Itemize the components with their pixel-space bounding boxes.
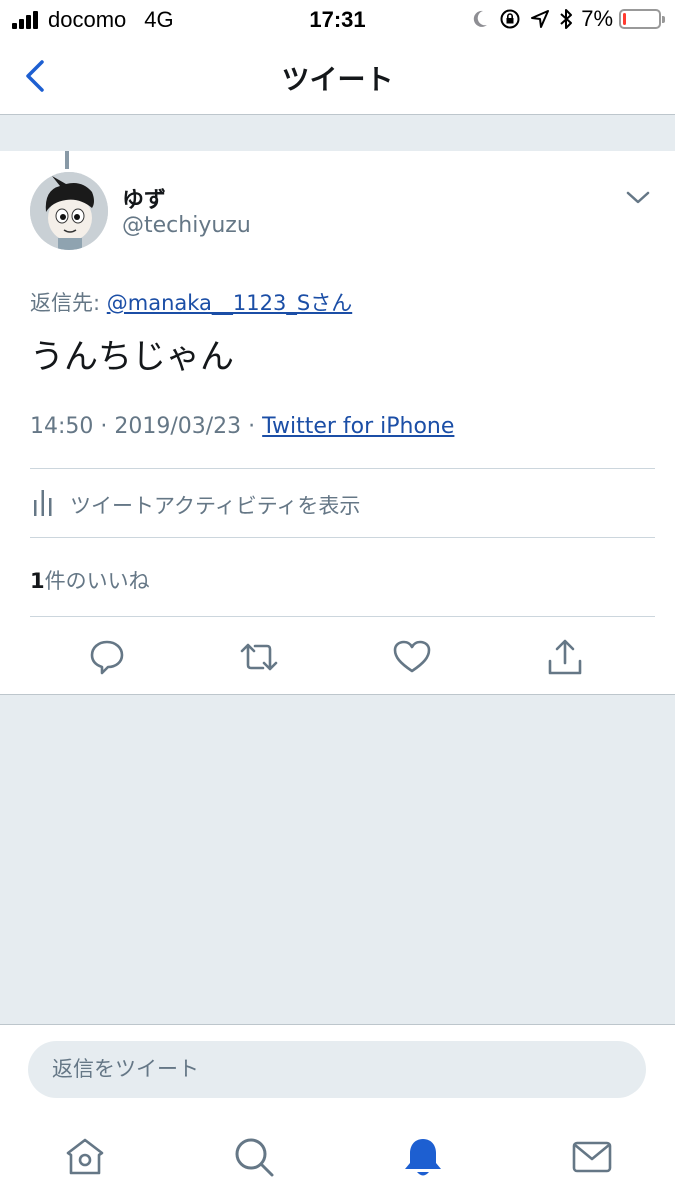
likes-suffix: 件のいいね (44, 569, 150, 593)
moon-icon (474, 10, 488, 27)
display-name[interactable]: ゆず (122, 182, 166, 214)
home-icon (66, 1138, 104, 1175)
more-options-button[interactable] (625, 189, 651, 207)
reply-prefix: 返信先: (30, 291, 107, 315)
tweet-actions (0, 617, 675, 695)
rotation-lock-icon (500, 9, 520, 29)
reply-to-link[interactable]: @manaka__1123_Sさん (107, 291, 352, 315)
user-handle[interactable]: @techiyuzu (122, 213, 251, 238)
envelope-icon (572, 1141, 612, 1173)
heart-icon (393, 640, 431, 673)
status-bar: docomo 4G 17:31 7% (0, 0, 675, 38)
bluetooth-icon (560, 9, 573, 29)
tab-home[interactable] (63, 1135, 107, 1179)
battery-percent: 7% (581, 6, 613, 31)
tweet-detail: ゆず @techiyuzu 返信先: @manaka__1123_Sさん うんち… (0, 151, 675, 695)
tab-search[interactable] (232, 1135, 276, 1179)
bell-icon (405, 1139, 441, 1176)
thread-line (65, 151, 69, 169)
avatar-illustration (30, 172, 108, 250)
share-button[interactable] (545, 637, 585, 677)
location-icon (531, 10, 550, 28)
reply-context: 返信先: @manaka__1123_Sさん (30, 287, 352, 317)
reply-input[interactable]: 返信をツイート (28, 1041, 646, 1098)
bottom-bar: 返信をツイート (0, 1024, 675, 1200)
reply-icon (90, 640, 124, 675)
share-icon (548, 639, 582, 675)
reply-button[interactable] (87, 637, 127, 677)
retweet-icon (240, 643, 278, 671)
like-button[interactable] (392, 637, 432, 677)
tweet-activity-button[interactable]: ツイートアクティビティを表示 (0, 469, 675, 537)
likes-number: 1 (30, 569, 45, 593)
divider (30, 537, 655, 538)
avatar[interactable] (30, 172, 108, 250)
status-right: 7% (461, 6, 665, 32)
battery-icon (619, 9, 665, 29)
tweet-source-link[interactable]: Twitter for iPhone (262, 414, 454, 439)
tweet-meta: 14:50 · 2019/03/23 · Twitter for iPhone (30, 414, 454, 439)
tab-messages[interactable] (570, 1135, 614, 1179)
retweet-button[interactable] (239, 637, 279, 677)
tweet-timestamp: 14:50 · 2019/03/23 · (30, 414, 263, 439)
tweet-text: うんちじゃん (30, 337, 234, 377)
analytics-icon (34, 490, 52, 516)
nav-bar: ツイート (0, 38, 675, 115)
tweet-activity-label: ツイートアクティビティを表示 (70, 494, 361, 518)
chevron-down-icon (626, 191, 650, 204)
battery-level-fill (623, 13, 626, 25)
page-title: ツイート (281, 63, 394, 96)
tab-notifications[interactable] (401, 1135, 445, 1179)
likes-count[interactable]: 1件のいいね (30, 565, 150, 595)
search-icon (235, 1138, 274, 1177)
